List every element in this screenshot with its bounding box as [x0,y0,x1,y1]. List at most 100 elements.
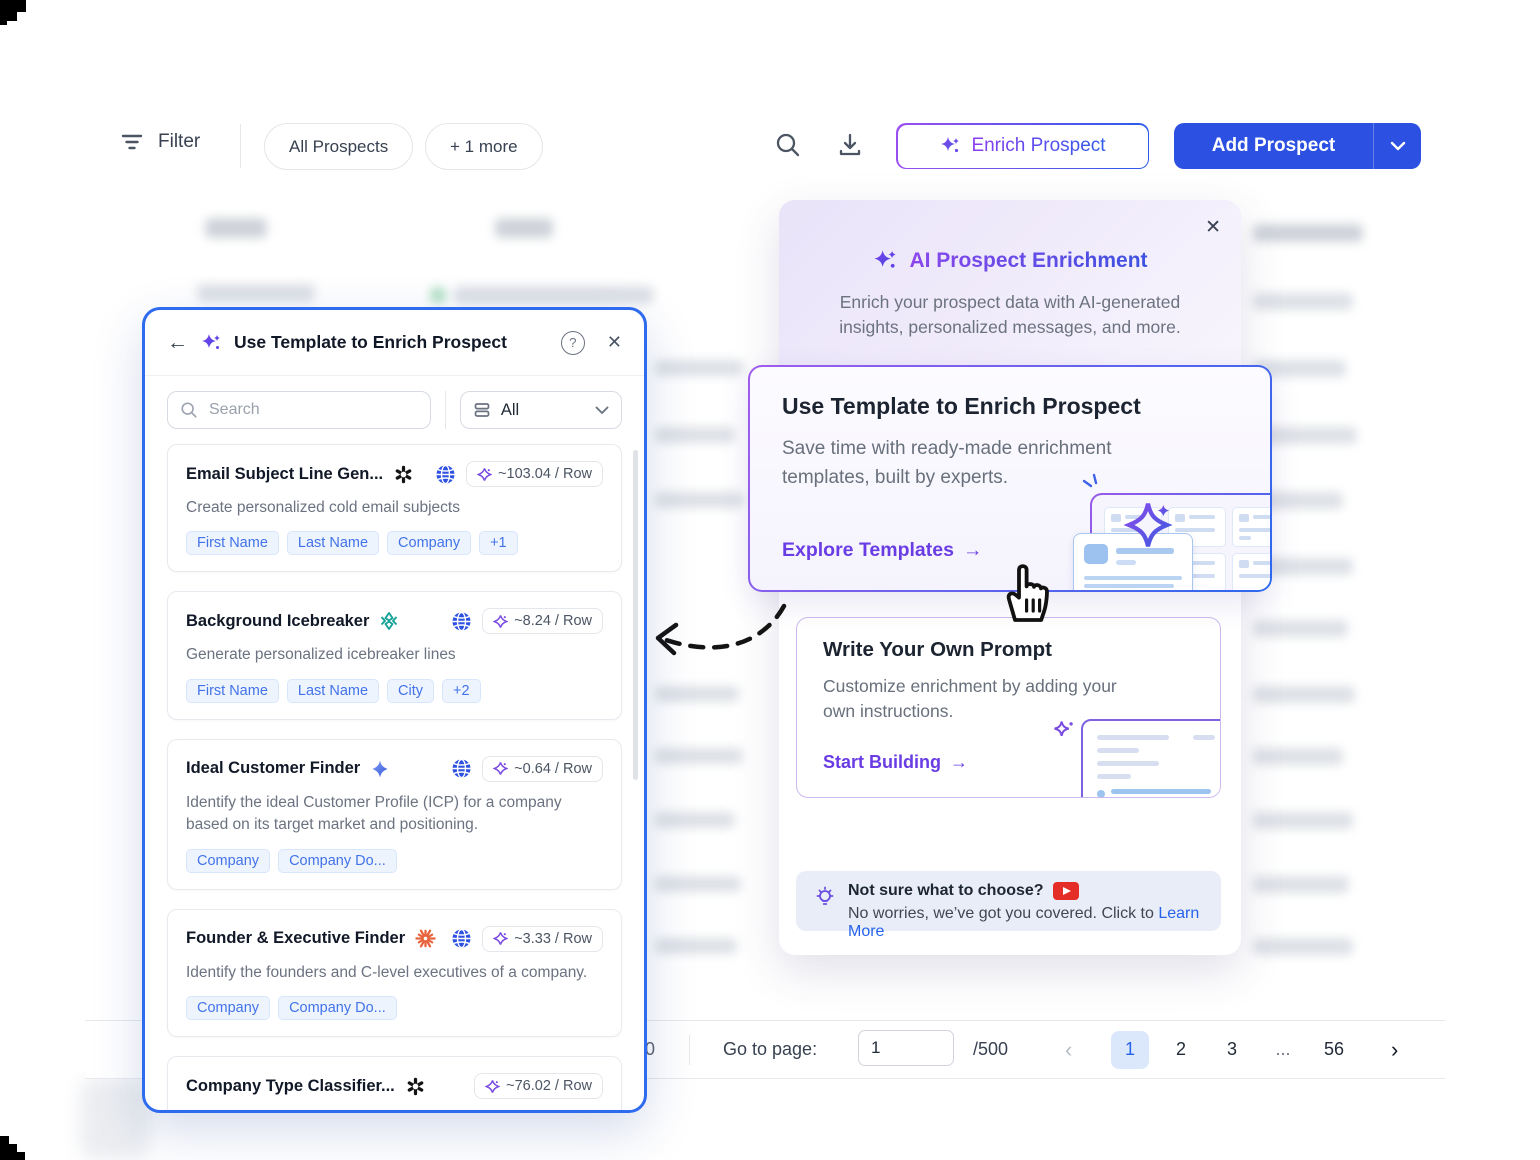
template-description: Generate personalized icebreaker lines [186,644,603,666]
page-number-56[interactable]: 56 [1315,1031,1353,1069]
lightbulb-icon [813,885,837,909]
panel-header-gradient [779,200,1241,370]
youtube-icon[interactable] [1053,882,1079,900]
input-column-tag: Company [186,996,270,1020]
add-prospect-label: Add Prospect [1174,135,1373,157]
download-icon [836,131,864,159]
sparkle-icon [200,332,222,354]
input-column-tag: Company [186,849,270,873]
page-number-1[interactable]: 1 [1111,1031,1149,1069]
chip-all-prospects[interactable]: All Prospects [264,123,413,170]
back-arrow-icon[interactable]: ← [167,331,188,355]
help-bar: Not sure what to choose? No worries, we’… [796,871,1221,931]
pagination-divider [689,1035,690,1065]
globe-icon [435,464,456,485]
help-icon[interactable]: ? [561,331,585,355]
cost-value: ~8.24 / Row [514,613,592,629]
template-list-item[interactable]: Founder & Executive Finder ~3.33 / Row Id… [167,909,622,1037]
template-name: Ideal Customer Finder [186,759,360,778]
rows-icon [473,401,491,419]
teal-mark-icon [379,611,399,631]
page-total: /500 [973,1021,1008,1078]
explore-templates-link[interactable]: Explore Templates→ [782,539,982,562]
add-prospect-dropdown[interactable] [1374,141,1421,151]
credit-diamond-icon [493,931,508,946]
template-list: Email Subject Line Gen... ~103.04 / Row C… [145,444,644,1113]
cost-value: ~103.04 / Row [498,466,592,482]
template-description: Create personalized cold email subjects [186,497,603,519]
goto-page-label: Go to page: [723,1021,817,1078]
template-list-item[interactable]: Company Type Classifier...~76.02 / RowGe… [167,1056,622,1113]
panel-close-icon[interactable]: ✕ [1205,216,1221,239]
use-template-description: Save time with ready-made enrichment tem… [782,435,1172,492]
modal-header: ← Use Template to Enrich Prospect ? ✕ [145,310,644,376]
template-list-item[interactable]: Background Icebreaker ~8.24 / Row Generat… [167,591,622,719]
write-prompt-card[interactable]: Write Your Own Prompt Customize enrichme… [796,617,1221,798]
template-description: Identify the ideal Customer Profile (ICP… [186,792,603,837]
chip-more-filters[interactable]: + 1 more [425,123,543,170]
category-filter-value: All [501,401,585,420]
use-template-title: Use Template to Enrich Prospect [782,393,1141,420]
modal-close-icon[interactable]: ✕ [607,332,622,353]
cost-per-row-badge: ~76.02 / Row [474,1073,603,1099]
template-search-box[interactable] [167,391,431,429]
cost-value: ~3.33 / Row [514,931,592,947]
help-heading: Not sure what to choose? [848,882,1044,900]
page-number-2[interactable]: 2 [1162,1031,1200,1069]
input-column-tag: Last Name [287,679,379,703]
openai-icon [405,1076,426,1097]
start-building-link[interactable]: Start Building→ [823,752,968,773]
chevron-down-icon [1390,141,1406,151]
globe-icon [451,758,472,779]
template-name: Founder & Executive Finder [186,929,405,948]
page-input[interactable] [858,1030,954,1066]
cost-per-row-badge: ~3.33 / Row [482,926,603,952]
credit-diamond-icon [493,614,508,629]
arrow-right-icon: → [950,752,968,773]
modal-title: Use Template to Enrich Prospect [234,332,507,353]
credit-diamond-icon [493,761,508,776]
filter-icon [120,130,144,154]
filter-button[interactable]: Filter [120,130,200,154]
arrow-right-icon: → [963,539,983,562]
help-text: No worries, we’ve got you covered. Click… [848,905,1154,922]
download-button[interactable] [836,131,864,159]
input-column-tag: Last Name [287,531,379,555]
use-template-card[interactable]: Use Template to Enrich Prospect Save tim… [748,365,1272,592]
sparkle-icon [872,248,898,274]
template-description: Generate a one-liner that describes the … [186,1109,603,1113]
enrich-prospect-button[interactable]: Enrich Prospect [896,123,1149,169]
template-description: Identify the founders and C-level execut… [186,962,603,984]
panel-title: AI Prospect Enrichment [909,249,1147,273]
next-page-chevron[interactable]: › [1391,1021,1398,1078]
template-list-item[interactable]: Email Subject Line Gen... ~103.04 / Row C… [167,444,622,572]
cost-per-row-badge: ~8.24 / Row [482,608,603,634]
page-ellipsis: ... [1264,1031,1302,1069]
input-column-tag: +2 [442,679,481,703]
page-number-3[interactable]: 3 [1213,1031,1251,1069]
template-search-input[interactable] [207,400,418,420]
cost-per-row-badge: ~103.04 / Row [466,461,603,487]
globe-icon [451,928,472,949]
page-number-list: 123... 56 [1111,1021,1353,1078]
blue-sparkle-icon [370,759,390,779]
template-list-item[interactable]: Ideal Customer Finder ~0.64 / RowIdentif… [167,739,622,890]
input-column-tag: Company Do... [278,996,397,1020]
template-name: Email Subject Line Gen... [186,465,383,484]
template-name: Background Icebreaker [186,612,369,631]
search-divider [445,391,446,429]
category-filter-select[interactable]: All [460,391,622,429]
search-button[interactable] [774,131,802,159]
write-prompt-description: Customize enrichment by adding your own … [823,674,1123,725]
template-tags: CompanyCompany Do... [186,849,603,873]
orange-burst-icon [415,928,436,949]
chevron-down-icon [595,406,609,415]
add-prospect-button[interactable]: Add Prospect [1174,123,1421,169]
modal-scrollbar[interactable] [633,450,638,780]
sparkle-icon [1122,499,1174,551]
input-column-tag: Company [387,531,471,555]
prev-page-chevron[interactable]: ‹ [1065,1021,1072,1078]
enrich-prospect-label: Enrich Prospect [971,135,1105,157]
input-column-tag: City [387,679,434,703]
panel-subtitle: Enrich your prospect data with AI-genera… [819,290,1201,341]
